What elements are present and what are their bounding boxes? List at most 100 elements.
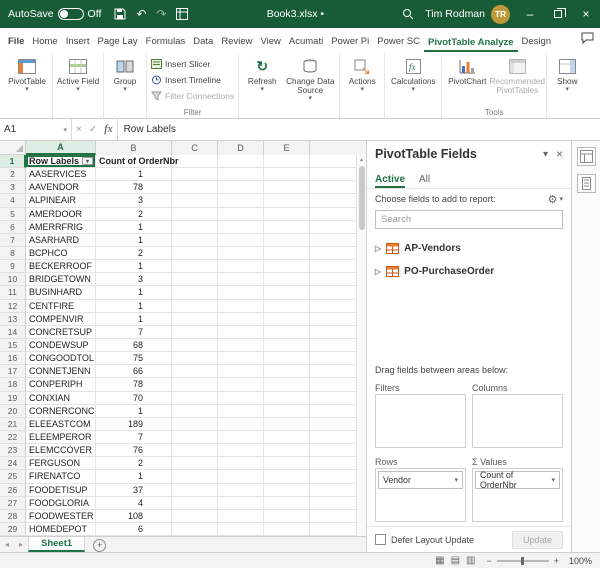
pane-options-caret-icon[interactable]: ▾ bbox=[543, 149, 548, 160]
vendor-cell[interactable]: FOODWESTER bbox=[26, 509, 96, 523]
redo-icon[interactable]: ↷ bbox=[156, 0, 166, 28]
vendor-cell[interactable]: ELEEASTCOM bbox=[26, 417, 96, 431]
secondary-pane-toggle-icon[interactable] bbox=[576, 174, 596, 193]
vendor-cell[interactable]: CORNERCONC bbox=[26, 404, 96, 418]
field-item-ap-vendors[interactable]: ▷ AP-Vendors bbox=[371, 237, 567, 260]
vendor-cell[interactable]: CONNETJENN bbox=[26, 365, 96, 379]
column-header-C[interactable]: C bbox=[172, 141, 218, 155]
vendor-cell[interactable]: COMPENVIR bbox=[26, 312, 96, 326]
vendor-cell[interactable]: HOMEDEPOT bbox=[26, 522, 96, 536]
count-cell[interactable]: 1 bbox=[96, 168, 172, 182]
rows-field-chip[interactable]: Vendor ▾ bbox=[378, 471, 463, 489]
column-header-A[interactable]: A bbox=[26, 141, 96, 155]
ribbon-tab-view[interactable]: View bbox=[256, 36, 284, 52]
row-number[interactable]: 5 bbox=[0, 207, 26, 221]
row-number[interactable]: 22 bbox=[0, 430, 26, 445]
row-number[interactable]: 13 bbox=[0, 312, 26, 326]
quick-access-grid-icon[interactable] bbox=[176, 8, 189, 20]
cell-a1-row-labels[interactable]: Row Labels ▾ bbox=[26, 155, 96, 169]
count-cell[interactable]: 6 bbox=[96, 522, 172, 536]
vendor-cell[interactable]: CONPERIPH bbox=[26, 378, 96, 392]
count-cell[interactable]: 2 bbox=[96, 207, 172, 221]
expand-chevron-icon[interactable]: ▷ bbox=[375, 267, 381, 276]
select-all-corner[interactable] bbox=[0, 141, 26, 154]
sheet-nav-left-icon[interactable]: ◂ bbox=[0, 537, 14, 552]
ribbon-tab-file[interactable]: File bbox=[4, 36, 28, 52]
scroll-up-icon[interactable]: ▲ bbox=[359, 157, 364, 163]
row-number[interactable]: 19 bbox=[0, 391, 26, 405]
column-header-B[interactable]: B bbox=[96, 141, 172, 155]
row-number[interactable]: 27 bbox=[0, 496, 26, 510]
row-number[interactable]: 12 bbox=[0, 299, 26, 313]
vendor-cell[interactable]: BCPHCO bbox=[26, 246, 96, 261]
filter-dropdown-icon[interactable]: ▾ bbox=[82, 157, 93, 166]
count-cell[interactable]: 189 bbox=[96, 417, 172, 431]
row-number[interactable]: 8 bbox=[0, 246, 26, 261]
ribbon-tab-review[interactable]: Review bbox=[217, 36, 256, 52]
recommended-pivottables-button[interactable]: Recommended PivotTables bbox=[490, 55, 545, 95]
count-cell[interactable]: 75 bbox=[96, 352, 172, 366]
row-number[interactable]: 6 bbox=[0, 220, 26, 234]
vendor-cell[interactable]: AMERRFRIG bbox=[26, 220, 96, 234]
name-box[interactable]: A1 ▾ bbox=[0, 119, 72, 140]
ribbon-tab-data[interactable]: Data bbox=[189, 36, 217, 52]
vendor-cell[interactable]: ELEMCCOVER bbox=[26, 444, 96, 458]
count-cell[interactable]: 1 bbox=[96, 404, 172, 418]
sheet-tab-sheet1[interactable]: Sheet1 bbox=[28, 537, 86, 552]
vendor-cell[interactable]: FOODGLORIA bbox=[26, 496, 96, 510]
count-cell[interactable]: 37 bbox=[96, 483, 172, 497]
ribbon-tab-home[interactable]: Home bbox=[28, 36, 61, 52]
vendor-cell[interactable]: AAVENDOR bbox=[26, 181, 96, 195]
page-break-view-icon[interactable]: ▥ bbox=[466, 555, 475, 566]
vendor-cell[interactable]: CENTFIRE bbox=[26, 299, 96, 313]
ribbon-tab-formulas[interactable]: Formulas bbox=[142, 36, 190, 52]
row-number[interactable]: 4 bbox=[0, 194, 26, 208]
autosave-switch[interactable] bbox=[57, 8, 84, 20]
ribbon-tab-power-sc[interactable]: Power SC bbox=[373, 36, 424, 52]
gear-caret-icon[interactable]: ▾ bbox=[559, 195, 563, 203]
vendor-cell[interactable]: ELEEMPEROR bbox=[26, 430, 96, 445]
count-cell[interactable]: 2 bbox=[96, 246, 172, 261]
row-number[interactable]: 9 bbox=[0, 260, 26, 274]
count-cell[interactable]: 2 bbox=[96, 457, 172, 471]
row-number[interactable]: 15 bbox=[0, 338, 26, 353]
values-area[interactable]: Count of OrderNbr ▾ bbox=[472, 468, 563, 522]
row-number[interactable]: 14 bbox=[0, 325, 26, 339]
column-header-E[interactable]: E bbox=[264, 141, 310, 155]
count-cell[interactable]: 68 bbox=[96, 338, 172, 353]
vendor-cell[interactable]: BRIDGETOWN bbox=[26, 273, 96, 287]
rows-area[interactable]: Vendor ▾ bbox=[375, 468, 466, 522]
vendor-cell[interactable]: FIRENATCO bbox=[26, 470, 96, 484]
zoom-level[interactable]: 100% bbox=[564, 556, 592, 566]
vertical-scrollbar[interactable]: ▲ bbox=[356, 155, 366, 536]
ribbon-tab-design[interactable]: Design bbox=[518, 36, 556, 52]
zoom-slider-thumb[interactable] bbox=[520, 556, 524, 565]
defer-layout-label[interactable]: Defer Layout Update bbox=[391, 535, 507, 545]
defer-layout-checkbox[interactable] bbox=[375, 534, 386, 545]
minimize-button[interactable]: – bbox=[516, 0, 544, 28]
save-icon[interactable] bbox=[114, 8, 126, 20]
count-cell[interactable]: 78 bbox=[96, 378, 172, 392]
expand-chevron-icon[interactable]: ▷ bbox=[375, 244, 381, 253]
zoom-out-icon[interactable]: − bbox=[486, 556, 491, 566]
count-cell[interactable]: 1 bbox=[96, 312, 172, 326]
comments-icon[interactable] bbox=[581, 32, 594, 44]
count-cell[interactable]: 1 bbox=[96, 299, 172, 313]
tab-active[interactable]: Active bbox=[375, 174, 406, 188]
count-cell[interactable]: 66 bbox=[96, 365, 172, 379]
group-button[interactable]: Group ▾ bbox=[106, 55, 144, 94]
ribbon-tab-acumati[interactable]: Acumati bbox=[285, 36, 327, 52]
row-number[interactable]: 24 bbox=[0, 457, 26, 471]
vendor-cell[interactable]: CONCRETSUP bbox=[26, 325, 96, 339]
cell-b1-count-header[interactable]: Count of OrderNbr bbox=[96, 155, 179, 169]
row-number[interactable]: 17 bbox=[0, 365, 26, 379]
refresh-button[interactable]: ↻ Refresh ▾ bbox=[241, 55, 283, 94]
pane-close-icon[interactable]: × bbox=[556, 147, 563, 161]
count-cell[interactable]: 3 bbox=[96, 273, 172, 287]
vendor-cell[interactable]: CONXIAN bbox=[26, 391, 96, 405]
insert-timeline-button[interactable]: Insert Timeline bbox=[149, 72, 223, 87]
vendor-cell[interactable]: CONDEWSUP bbox=[26, 338, 96, 353]
formula-content[interactable]: Row Labels bbox=[118, 119, 600, 140]
row-number[interactable]: 10 bbox=[0, 273, 26, 287]
row-number[interactable]: 29 bbox=[0, 522, 26, 536]
